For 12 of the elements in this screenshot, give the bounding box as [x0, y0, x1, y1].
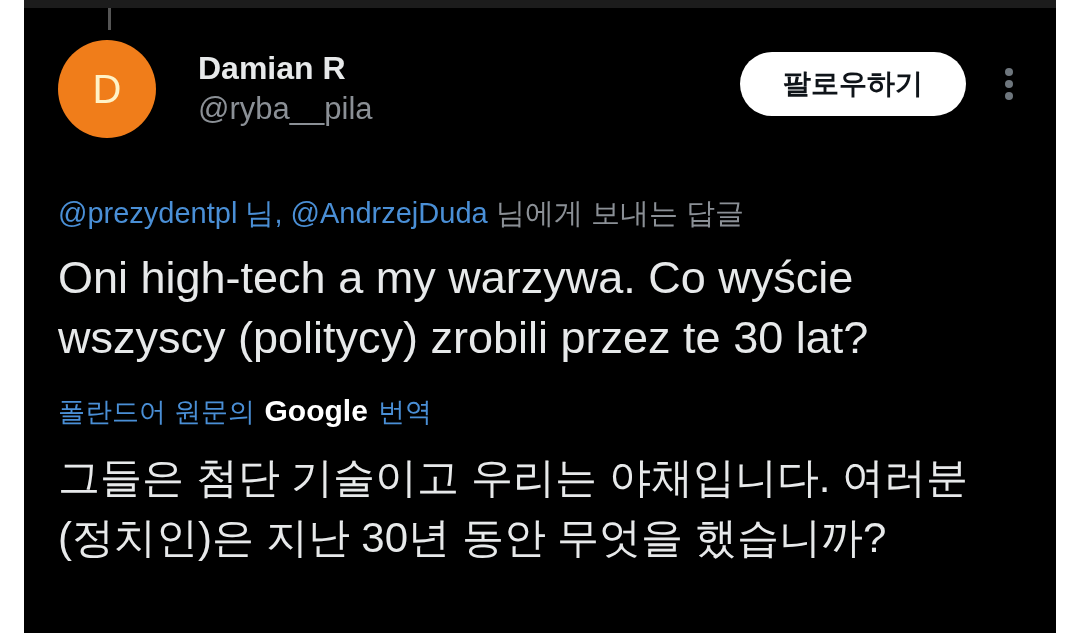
tweet-text: Oni high-tech a my warzywa. Co wyście wszyscy (politycy) zrobili przez te 30 lat?	[58, 251, 870, 365]
more-icon[interactable]	[1004, 67, 1014, 101]
thread-line	[108, 8, 111, 30]
translation-label[interactable]: 번역	[377, 394, 432, 430]
author-name: Damian R	[198, 50, 347, 87]
follow-button[interactable]: 팔로우하기	[740, 52, 966, 116]
translated-text: 그들은 첨단 기술이고 우리는 야채입니다. 여러분 (정치인)은 지난 30년 동안 무엇을 했습니까?	[58, 453, 969, 563]
brand-label: Google	[264, 394, 368, 428]
reply-context: @prezydentpl 님, @AndrzejDuda 님에게 보내는 답글	[58, 196, 745, 231]
translation-label[interactable]: 폴란드어 원문의	[58, 394, 255, 430]
mention-link[interactable]: @prezydentpl 님, @AndrzejDuda	[58, 197, 488, 229]
author-handle: @ryba__pila	[198, 91, 374, 127]
